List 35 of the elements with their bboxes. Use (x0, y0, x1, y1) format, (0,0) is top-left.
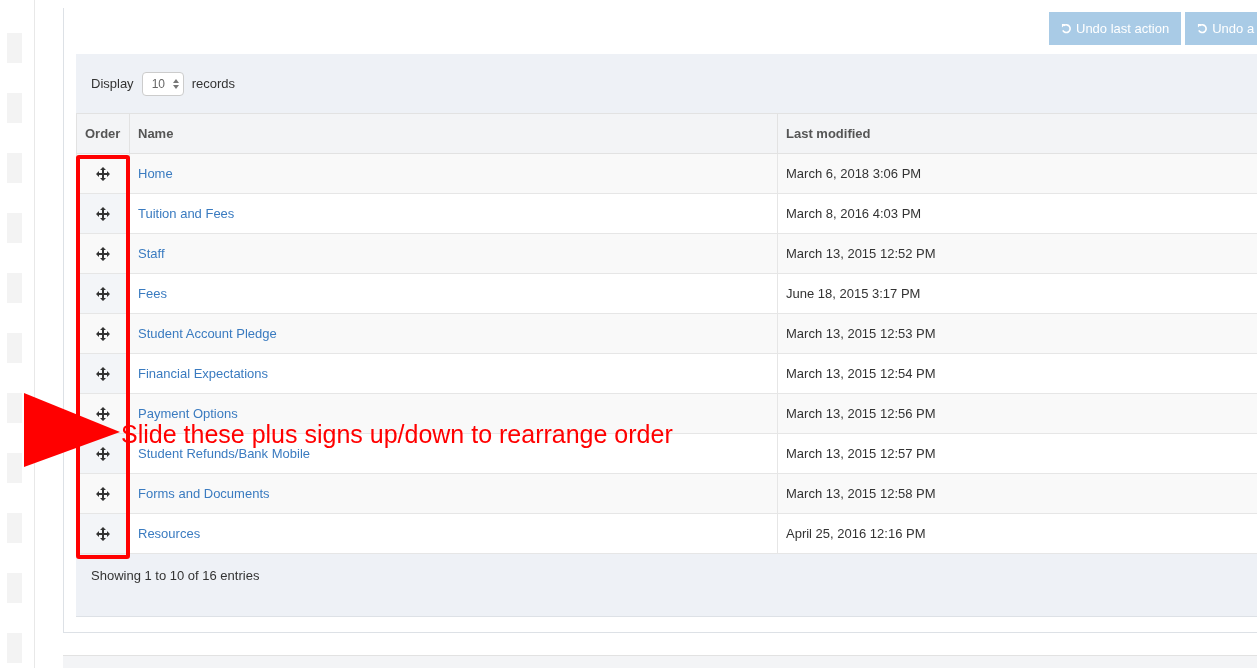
move-icon[interactable] (96, 527, 110, 542)
table-cell: March 6, 2018 3:06 PM (777, 153, 1257, 194)
move-icon[interactable] (96, 447, 110, 462)
page-link[interactable]: Tuition and Fees (138, 206, 235, 221)
undo-icon (1197, 23, 1209, 34)
column-header[interactable]: Name (129, 113, 778, 154)
records-select[interactable]: 10 (141, 71, 184, 96)
page-link[interactable]: Fees (138, 286, 167, 301)
column-header[interactable]: Last modified (777, 113, 1257, 154)
table-cell: March 13, 2015 12:52 PM (777, 233, 1257, 274)
records-label: records (191, 76, 235, 91)
move-icon[interactable] (96, 247, 110, 262)
move-icon[interactable] (96, 287, 110, 302)
move-icon[interactable] (96, 367, 110, 382)
move-icon[interactable] (96, 167, 110, 182)
display-label: Display (91, 76, 134, 91)
column-header[interactable]: Order (76, 113, 130, 154)
page-link[interactable]: Home (138, 166, 173, 181)
move-icon[interactable] (96, 487, 110, 502)
move-icon[interactable] (96, 207, 110, 222)
table-cell: March 13, 2015 12:56 PM (777, 393, 1257, 434)
entries-info: Showing 1 to 10 of 16 entries (91, 568, 260, 583)
page-link[interactable]: Resources (138, 526, 201, 541)
move-icon[interactable] (96, 407, 110, 422)
page-link[interactable]: Student Account Pledge (138, 326, 277, 341)
table-cell: March 13, 2015 12:53 PM (777, 313, 1257, 354)
spinner-icon (172, 78, 179, 89)
undo-icon (1061, 23, 1072, 34)
page-link[interactable]: Payment Options (138, 406, 238, 421)
arrow-icon (24, 393, 120, 467)
page-link[interactable]: Staff (138, 246, 165, 261)
page-link[interactable]: Financial Expectations (138, 366, 269, 381)
page-link[interactable]: Forms and Documents (138, 486, 270, 501)
table-cell: March 13, 2015 12:58 PM (777, 473, 1257, 514)
move-icon[interactable] (96, 327, 110, 342)
